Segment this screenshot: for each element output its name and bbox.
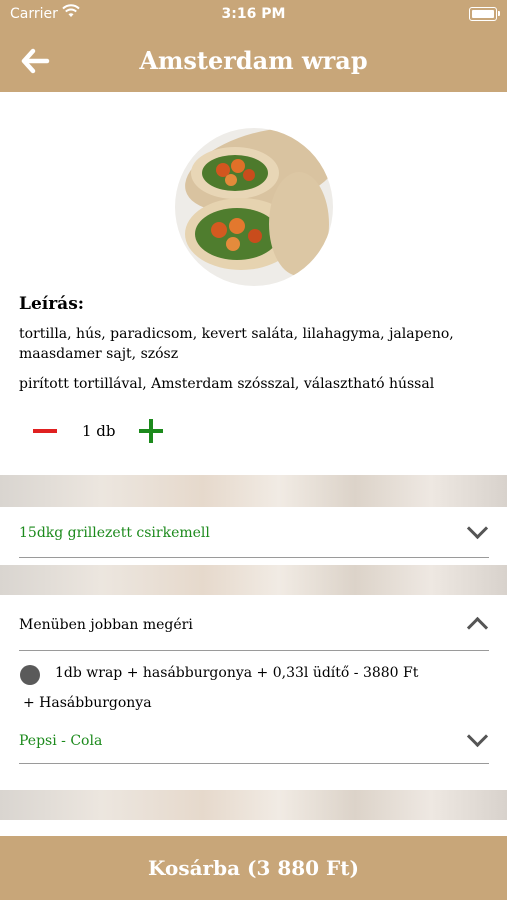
navigation-bar: Amsterdam wrap	[0, 30, 507, 92]
increase-quantity-button[interactable]	[138, 418, 164, 444]
status-bar: Carrier 3:16 PM	[0, 0, 507, 30]
chevron-up-icon	[466, 616, 489, 639]
page-title: Amsterdam wrap	[139, 46, 368, 75]
meat-select-section: 15dkg grillezett csirkemell	[0, 507, 507, 565]
menu-section-header: Menüben jobban megéri	[19, 617, 193, 633]
quantity-value: 1 db	[82, 422, 116, 440]
clock: 3:16 PM	[221, 6, 286, 22]
add-to-cart-button[interactable]: Kosárba (3 880 Ft)	[0, 836, 507, 900]
menu-option-label: 1db wrap + hasábburgonya + 0,33l üdítő -…	[55, 665, 419, 681]
battery-icon	[469, 7, 500, 21]
decrease-quantity-button[interactable]	[32, 418, 58, 444]
ingredients-text: tortilla, hús, paradicsom, kevert saláta…	[19, 326, 454, 362]
drink-selected-value: Pepsi - Cola	[19, 733, 103, 749]
drink-dropdown[interactable]: Pepsi - Cola	[19, 715, 489, 764]
chevron-down-icon	[466, 725, 489, 748]
background-image-strip	[0, 565, 507, 595]
menu-section: Menüben jobban megéri 1db wrap + hasábbu…	[0, 595, 507, 790]
chevron-down-icon	[466, 517, 489, 540]
background-image-strip	[0, 475, 507, 507]
menu-option-radio[interactable]	[20, 665, 40, 685]
description-label: Leírás:	[19, 294, 85, 314]
meat-dropdown[interactable]: 15dkg grillezett csirkemell	[19, 507, 489, 558]
menu-section-toggle[interactable]: Menüben jobban megéri	[19, 599, 489, 651]
product-note: pirított tortillával, Amsterdam szósszal…	[19, 376, 435, 392]
product-card: Leírás: tortilla, hús, paradicsom, kever…	[0, 92, 507, 475]
meat-selected-value: 15dkg grillezett csirkemell	[19, 525, 210, 541]
menu-extra-label: + Hasábburgonya	[23, 695, 152, 711]
product-photo	[175, 128, 333, 286]
background-image-strip	[0, 790, 507, 820]
add-to-cart-label: Kosárba (3 880 Ft)	[148, 856, 359, 880]
